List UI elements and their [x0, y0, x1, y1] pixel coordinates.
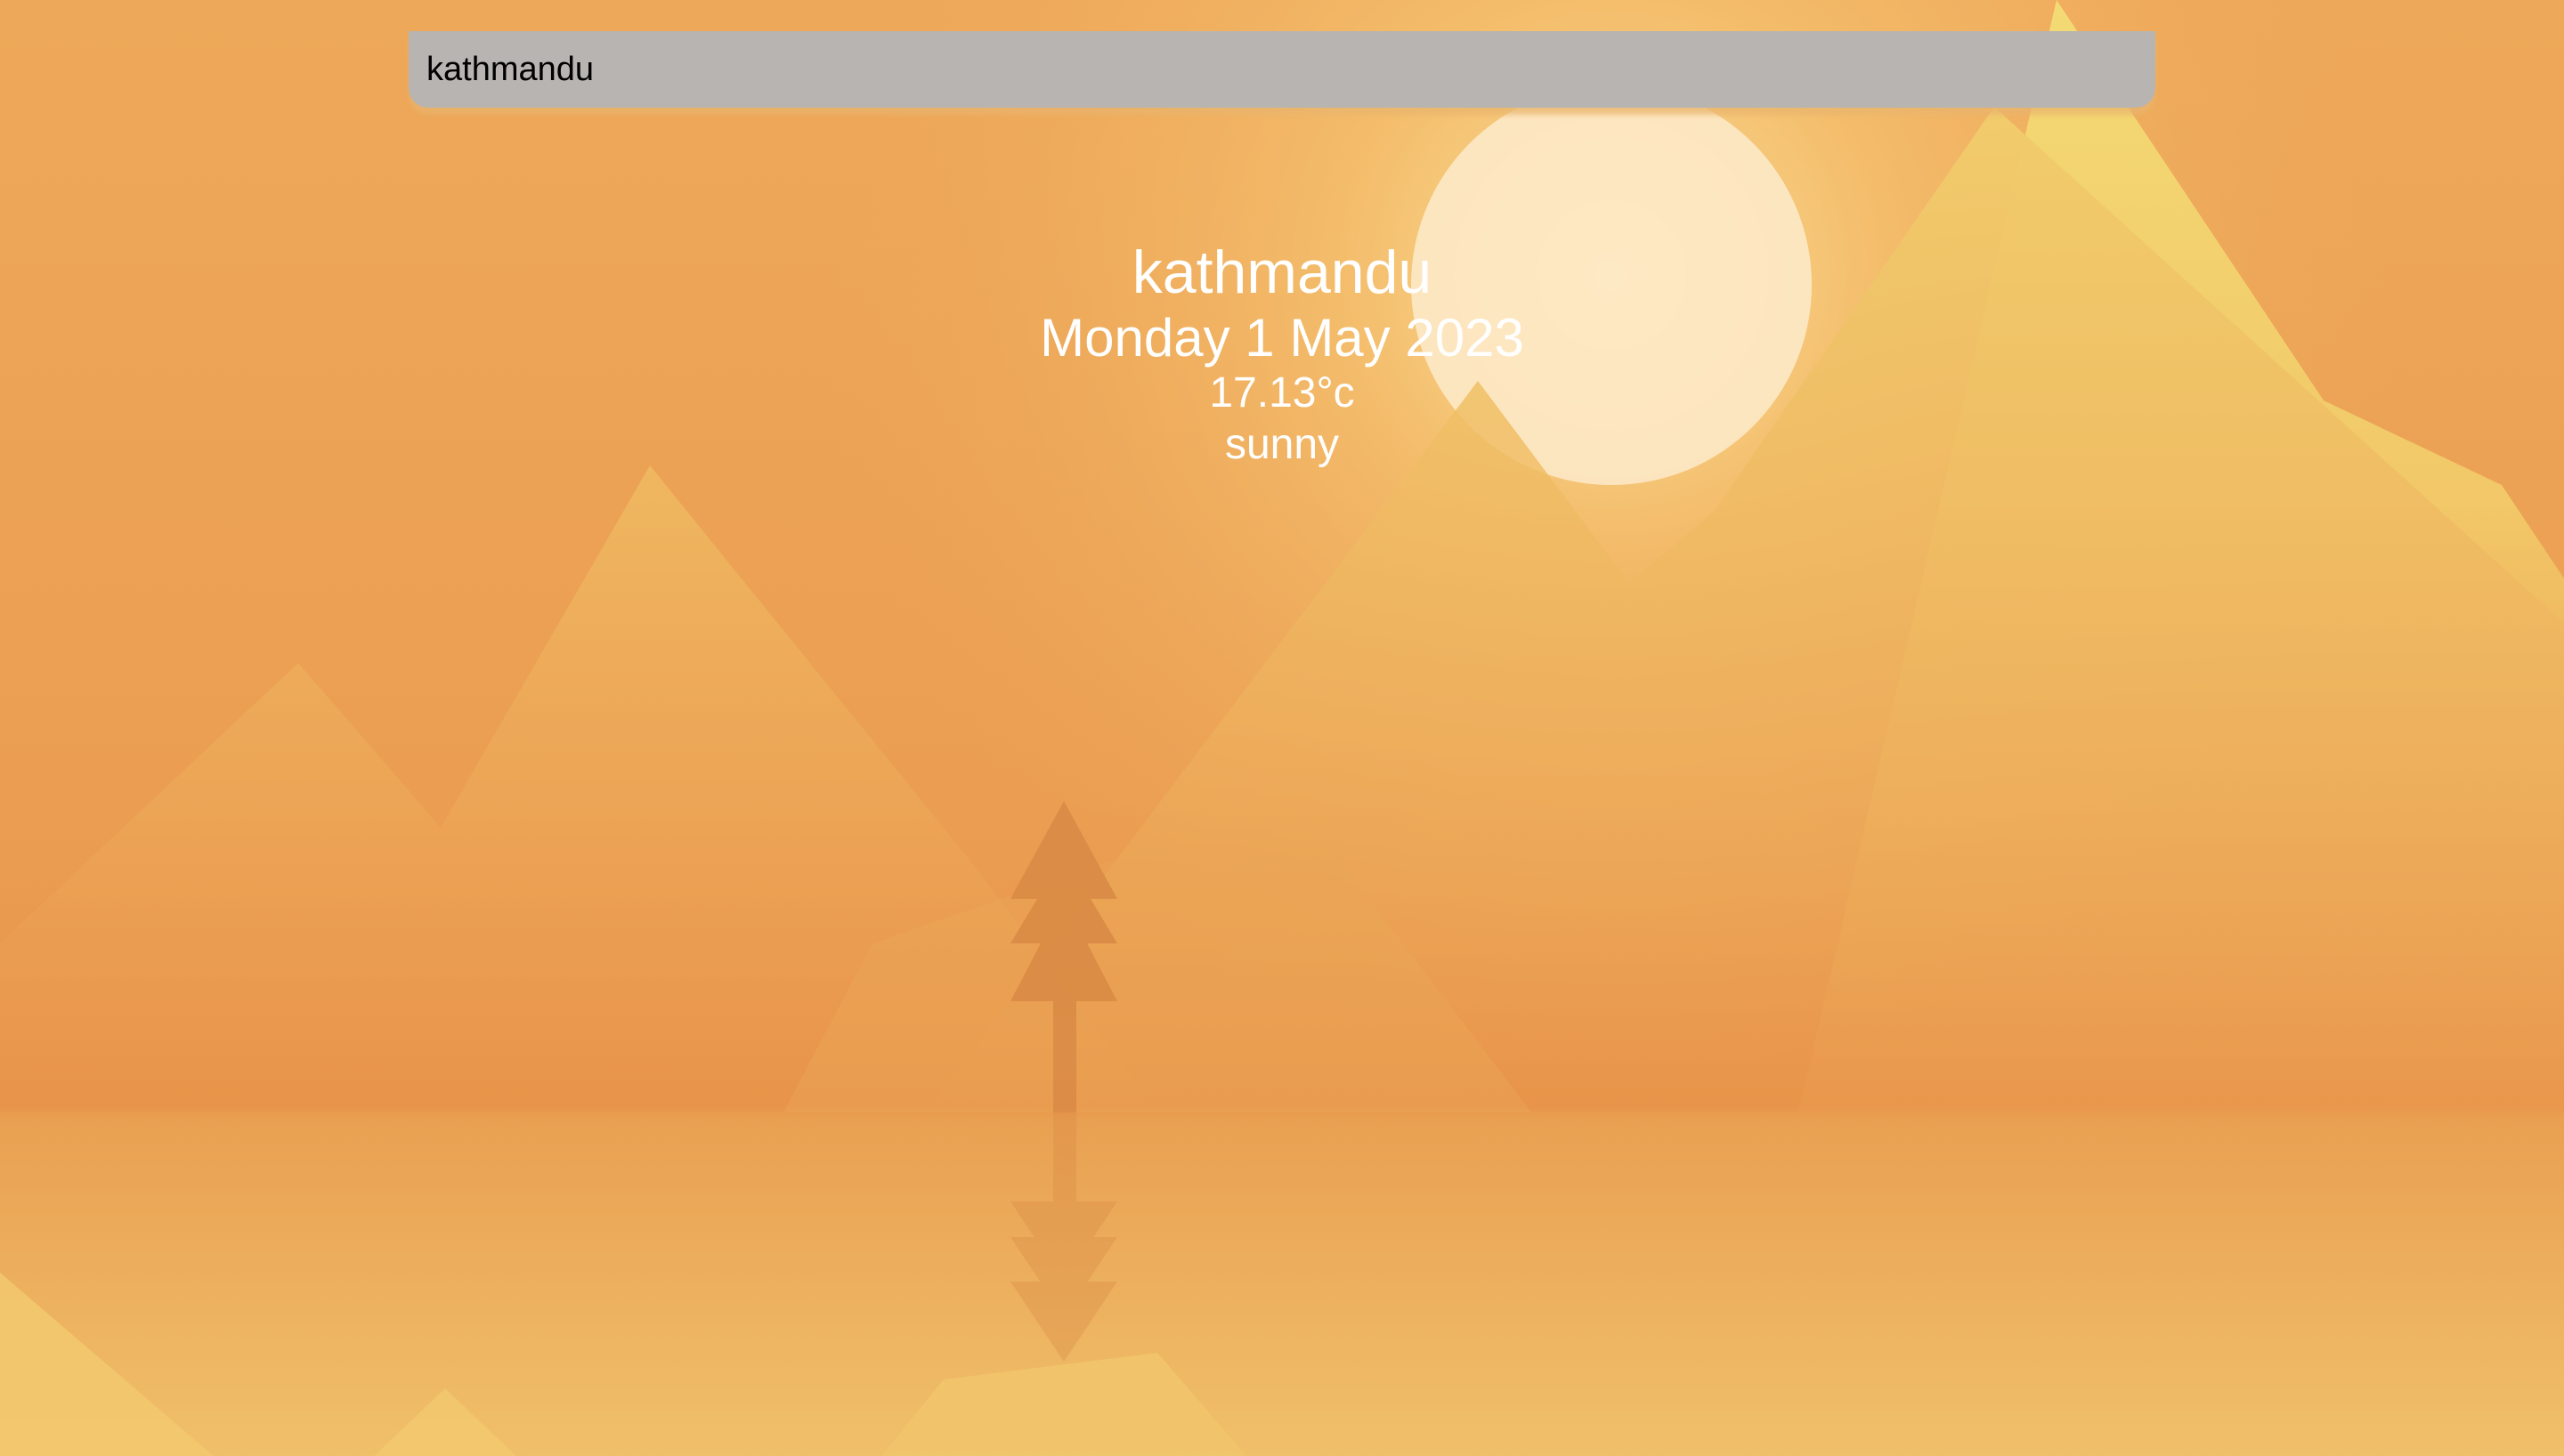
search-bar [409, 31, 2155, 108]
date-label: Monday 1 May 2023 [1040, 308, 1524, 368]
temperature-value: 17.13°c [1209, 369, 1355, 417]
city-name: kathmandu [1132, 239, 1432, 306]
weather-condition: sunny [1224, 421, 1340, 468]
search-input[interactable] [409, 31, 2155, 108]
weather-panel: kathmandu Monday 1 May 2023 17.13°c sunn… [0, 239, 2564, 475]
background-scene [0, 0, 2564, 1456]
